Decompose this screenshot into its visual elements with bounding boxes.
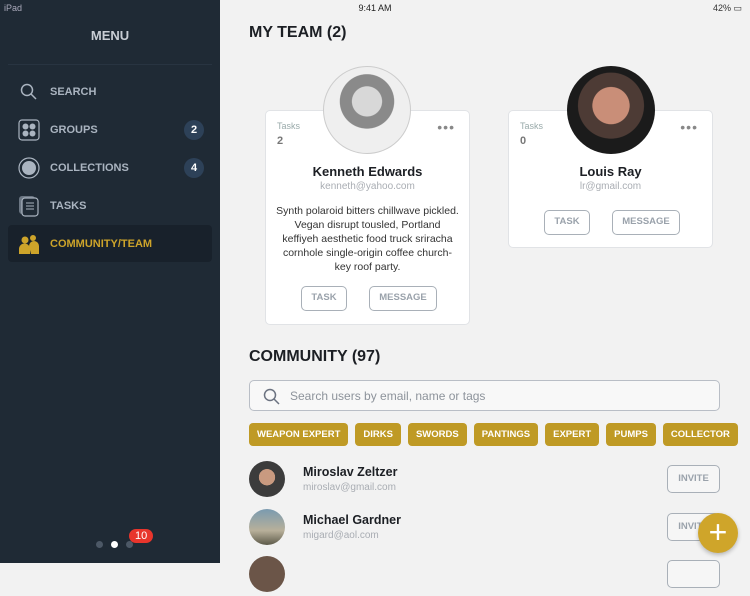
tag-chip[interactable]: COLLECTOR bbox=[662, 423, 738, 446]
add-button[interactable]: + bbox=[698, 513, 738, 553]
sidebar-item-label: SEARCH bbox=[50, 85, 97, 98]
member-name: Louis Ray bbox=[579, 164, 642, 179]
page-dot-active[interactable] bbox=[111, 541, 118, 548]
user-list-item: Michael Gardner migard@aol.com INVITE bbox=[249, 509, 720, 549]
groups-count-badge: 2 bbox=[184, 119, 204, 140]
plus-icon: + bbox=[708, 514, 728, 550]
page-indicator[interactable] bbox=[96, 541, 133, 548]
sidebar-item-label: GROUPS bbox=[50, 123, 98, 136]
tasks-label: Tasks bbox=[277, 121, 301, 131]
divider bbox=[8, 64, 212, 65]
sidebar-item-label: TASKS bbox=[50, 199, 87, 212]
message-button[interactable]: MESSAGE bbox=[612, 210, 680, 235]
avatar bbox=[567, 66, 655, 154]
sidebar: MENU SEARCH GROUPS 2 COLLECTIONS 4 TASKS… bbox=[0, 0, 220, 563]
sidebar-item-community-team[interactable]: COMMUNITY/TEAM bbox=[8, 225, 212, 262]
tag-chip[interactable]: EXPERT bbox=[545, 423, 600, 446]
invite-button[interactable]: INVITE bbox=[667, 465, 720, 493]
page-dot[interactable] bbox=[96, 541, 103, 548]
task-button[interactable]: TASK bbox=[544, 210, 590, 235]
tag-chip[interactable]: PUMPS bbox=[606, 423, 656, 446]
more-options-icon[interactable]: ••• bbox=[437, 119, 455, 135]
clock: 9:41 AM bbox=[358, 3, 392, 13]
battery-percent: 42% bbox=[712, 3, 731, 13]
user-name: Miroslav Zeltzer bbox=[303, 465, 398, 479]
member-email: lr@gmail.com bbox=[579, 181, 642, 192]
sidebar-item-tasks[interactable]: TASKS bbox=[8, 187, 212, 224]
notification-badge[interactable]: 10 bbox=[129, 529, 154, 543]
sidebar-item-label: COLLECTIONS bbox=[50, 161, 129, 174]
task-button[interactable]: TASK bbox=[301, 286, 347, 311]
tag-list: WEAPON EXPERT DIRKS SWORDS PANTINGS EXPE… bbox=[249, 423, 738, 446]
community-title: COMMUNITY (97) bbox=[249, 348, 381, 365]
tag-chip[interactable]: DIRKS bbox=[355, 423, 401, 446]
avatar bbox=[249, 461, 285, 497]
sidebar-item-groups[interactable]: GROUPS 2 bbox=[8, 111, 212, 148]
my-team-title: MY TEAM (2) bbox=[249, 24, 347, 41]
sidebar-item-search[interactable]: SEARCH bbox=[8, 73, 212, 110]
tag-chip[interactable]: WEAPON EXPERT bbox=[249, 423, 349, 446]
groups-icon bbox=[18, 118, 40, 141]
user-email: migard@aol.com bbox=[303, 530, 379, 541]
member-email: kenneth@yahoo.com bbox=[320, 181, 415, 192]
search-placeholder: Search users by email, name or tags bbox=[290, 389, 486, 403]
avatar bbox=[249, 556, 285, 592]
tasks-count: 0 bbox=[520, 135, 527, 147]
invite-button[interactable] bbox=[667, 560, 720, 588]
sidebar-item-collections[interactable]: COLLECTIONS 4 bbox=[8, 149, 212, 186]
message-button[interactable]: MESSAGE bbox=[369, 286, 437, 311]
community-icon bbox=[18, 233, 40, 255]
sidebar-item-label: COMMUNITY/TEAM bbox=[50, 237, 153, 250]
user-list-item: Miroslav Zeltzer miroslav@gmail.com INVI… bbox=[249, 461, 720, 501]
avatar bbox=[323, 66, 411, 154]
member-name: Kenneth Edwards bbox=[312, 164, 423, 179]
user-name: Michael Gardner bbox=[303, 513, 401, 527]
tag-chip[interactable]: SWORDS bbox=[407, 423, 467, 446]
status-bar: iPad 9:41 AM 42% ▭ bbox=[0, 0, 750, 16]
tasks-icon bbox=[18, 195, 40, 217]
user-list-item bbox=[249, 556, 720, 596]
community-search-input[interactable]: Search users by email, name or tags bbox=[249, 380, 720, 411]
user-email: miroslav@gmail.com bbox=[303, 482, 396, 493]
menu-title: MENU bbox=[90, 28, 130, 43]
collections-count-badge: 4 bbox=[184, 157, 204, 178]
avatar bbox=[249, 509, 285, 545]
search-icon bbox=[18, 81, 40, 103]
member-bio: Synth polaroid bitters chillwave pickled… bbox=[276, 205, 459, 273]
battery: 42% ▭ bbox=[712, 3, 742, 13]
tasks-count: 2 bbox=[277, 135, 284, 147]
collections-icon bbox=[18, 156, 40, 179]
tasks-label: Tasks bbox=[520, 121, 544, 131]
tag-chip[interactable]: PANTINGS bbox=[473, 423, 539, 446]
search-icon bbox=[263, 388, 280, 405]
more-options-icon[interactable]: ••• bbox=[680, 119, 698, 135]
